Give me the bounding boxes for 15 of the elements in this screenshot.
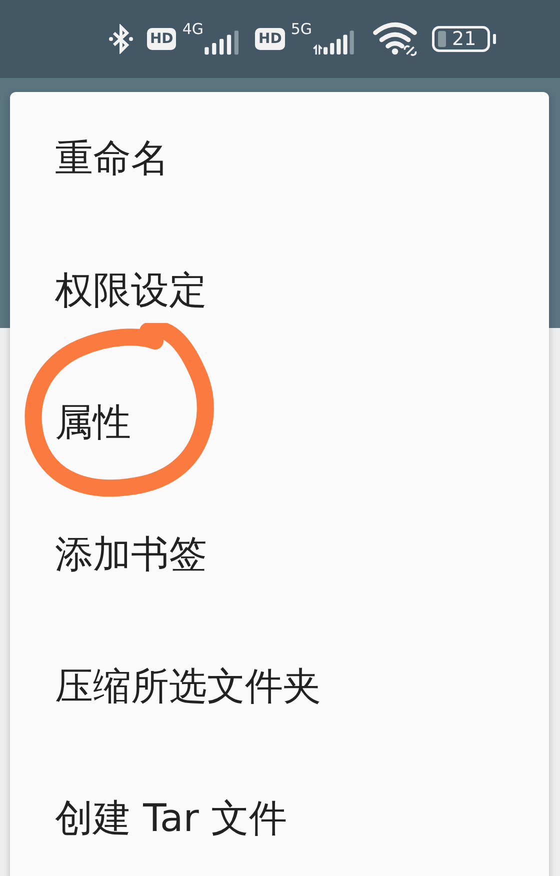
battery-level: 21 [452,29,476,49]
network-type: 5G [290,20,312,38]
hd-badge: HD [146,28,176,50]
menu-item[interactable]: 属性 [10,356,549,488]
wifi-icon [372,22,418,56]
menu-item[interactable]: 创建 Tar 文件 [10,752,549,876]
network-type: 4G [182,20,204,38]
hd-badge: HD [255,28,285,50]
menu-item[interactable]: 重命名 [10,92,549,224]
signal-icon [203,30,242,56]
menu-item[interactable]: 添加书签 [10,488,549,620]
bluetooth-icon [108,24,133,54]
menu-item[interactable]: 权限设定 [10,224,549,356]
battery-icon [432,26,498,52]
menu-item[interactable]: 压缩所选文件夹 [10,620,549,752]
